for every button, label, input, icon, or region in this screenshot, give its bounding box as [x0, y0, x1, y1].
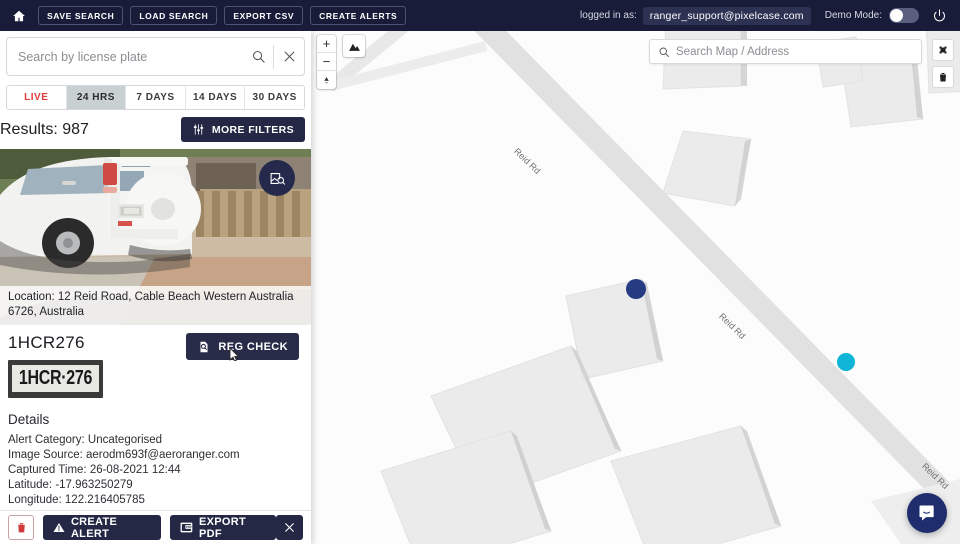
save-search-button[interactable]: SAVE SEARCH	[38, 6, 124, 25]
details-heading: Details	[8, 412, 50, 427]
time-range-tabs: LIVE 24 HRS 7 DAYS 14 DAYS 30 DAYS	[6, 85, 305, 110]
demo-mode-label: Demo Mode:	[824, 10, 882, 21]
map-zoom-controls: + −	[317, 35, 336, 89]
trash-icon	[17, 523, 25, 533]
close-icon	[285, 523, 294, 532]
svg-text:PDF: PDF	[186, 525, 192, 529]
user-email-chip: ranger_support@pixelcase.com	[642, 6, 811, 25]
mouse-cursor	[229, 347, 241, 361]
zoom-out-button[interactable]: −	[317, 53, 336, 71]
tab-14-days[interactable]: 14 DAYS	[185, 86, 246, 109]
compass-icon[interactable]	[317, 71, 336, 89]
map-canvas[interactable]: Reid Rd Reid Rd Reid Rd + −	[311, 31, 960, 544]
app-root: SAVE SEARCH LOAD SEARCH EXPORT CSV CREAT…	[0, 0, 960, 544]
map-search-input[interactable]	[676, 45, 921, 58]
map-side-buttons	[932, 39, 954, 93]
top-navigation-bar: SAVE SEARCH LOAD SEARCH EXPORT CSV CREAT…	[0, 0, 960, 31]
delete-record-button[interactable]	[8, 515, 34, 540]
create-alerts-button[interactable]: CREATE ALERTS	[310, 6, 407, 25]
plate-block: 1HCR276 1HCR·276 REG CHECK	[0, 325, 311, 398]
map-search-bar[interactable]	[649, 39, 922, 64]
reg-check-button[interactable]: REG CHECK	[186, 333, 299, 361]
detail-longitude: Longitude: 122.216405785	[8, 494, 145, 506]
warning-triangle-icon	[53, 523, 65, 532]
logged-in-label: logged in as:	[580, 10, 637, 21]
results-sidebar: LIVE 24 HRS 7 DAYS 14 DAYS 30 DAYS Resul…	[0, 31, 311, 544]
more-filters-button[interactable]: MORE FILTERS	[180, 117, 305, 142]
sidebar-search-section	[0, 31, 311, 76]
detection-marker-secondary[interactable]	[837, 353, 855, 371]
results-row: Results: 987 MORE FILTERS	[0, 110, 311, 149]
pdf-icon: PDF	[180, 522, 193, 533]
plate-search-box[interactable]	[6, 37, 305, 76]
plate-crop-inner: 1HCR·276	[12, 365, 99, 392]
create-alert-button[interactable]: CREATE ALERT	[43, 515, 162, 540]
home-icon[interactable]	[8, 5, 30, 27]
export-pdf-button[interactable]: PDF EXPORT PDF	[170, 515, 277, 540]
search-input[interactable]	[7, 49, 243, 64]
search-icon[interactable]	[243, 49, 273, 64]
detail-image-source: Image Source: aerodm693f@aeroranger.com	[8, 449, 240, 461]
detail-captured-time: Captured Time: 26-08-2021 12:44	[8, 464, 181, 476]
record-action-bar: CREATE ALERT PDF EXPORT PDF	[0, 510, 311, 544]
create-alert-label: CREATE ALERT	[70, 515, 118, 540]
image-search-icon[interactable]	[259, 160, 295, 196]
detail-alert-category: Alert Category: Uncategorised	[8, 434, 163, 446]
details-list: Alert Category: Uncategorised Image Sour…	[0, 429, 311, 508]
power-icon[interactable]	[932, 8, 948, 24]
detection-marker-primary[interactable]	[626, 279, 646, 299]
document-search-icon	[197, 340, 211, 354]
tab-30-days[interactable]: 30 DAYS	[245, 86, 304, 109]
zoom-in-button[interactable]: +	[317, 35, 336, 53]
tab-24-hrs[interactable]: 24 HRS	[66, 86, 127, 109]
location-text: Location: 12 Reid Road, Cable Beach West…	[0, 286, 311, 325]
search-icon	[659, 47, 669, 57]
export-csv-button[interactable]: EXPORT CSV	[224, 6, 304, 25]
trash-icon[interactable]	[932, 66, 954, 88]
more-filters-label: MORE FILTERS	[211, 123, 294, 136]
demo-mode-toggle[interactable]	[889, 8, 919, 23]
tab-7-days[interactable]: 7 DAYS	[126, 86, 186, 109]
detail-latitude: Latitude: -17.963250279	[8, 479, 133, 491]
export-pdf-label: EXPORT PDF	[198, 515, 247, 540]
draw-polygon-icon[interactable]	[932, 39, 954, 61]
terrain-layers-icon[interactable]	[343, 35, 365, 57]
close-panel-button[interactable]	[276, 515, 304, 540]
filter-sliders-icon	[192, 123, 205, 136]
clear-search-icon[interactable]	[274, 49, 304, 64]
plate-crop-image[interactable]: 1HCR·276	[8, 360, 103, 398]
detection-photo[interactable]: Location: 12 Reid Road, Cable Beach West…	[0, 149, 311, 325]
plate-crop-text: 1HCR·276	[18, 367, 93, 389]
load-search-button[interactable]: LOAD SEARCH	[130, 6, 218, 25]
results-count: Results: 987	[0, 120, 89, 138]
topbar-right-section: logged in as: ranger_support@pixelcase.c…	[580, 6, 952, 25]
tab-live[interactable]: LIVE	[7, 86, 67, 109]
chat-bubble-icon[interactable]	[907, 493, 947, 533]
